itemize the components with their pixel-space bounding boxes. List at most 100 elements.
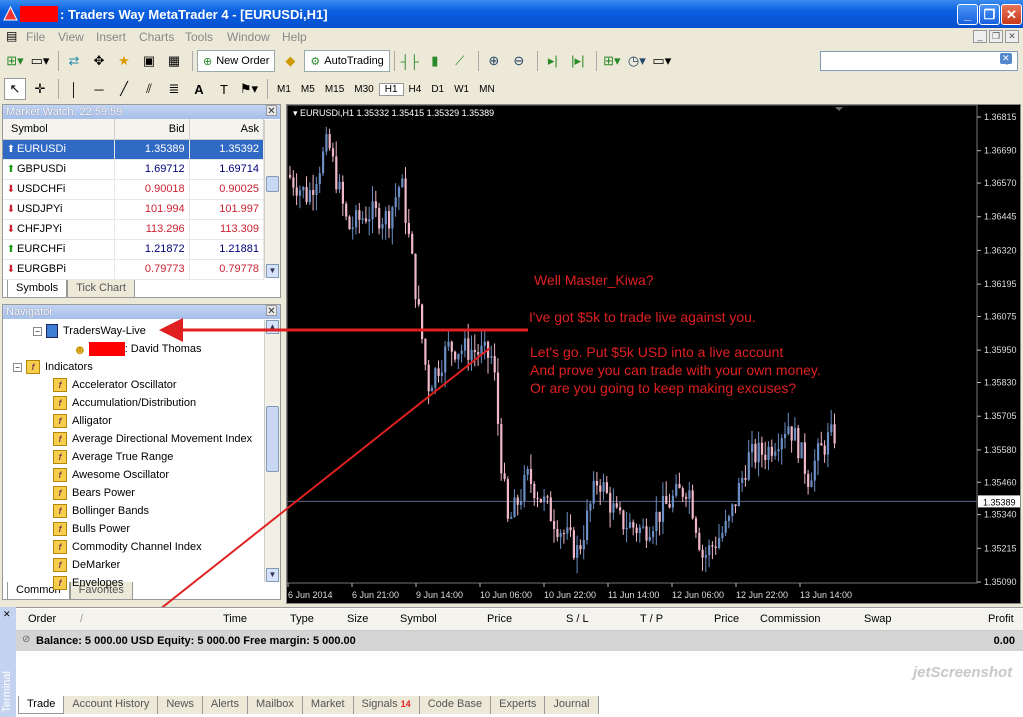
indicator-item[interactable]: f Average True Range	[53, 448, 173, 466]
col-bid[interactable]: Bid	[114, 119, 190, 140]
terminal-tab[interactable]: Experts	[491, 696, 546, 714]
terminal-column-header[interactable]: T / P	[640, 613, 663, 625]
data-window-icon[interactable]: ✥	[88, 50, 110, 72]
tf-mn[interactable]: MN	[474, 84, 500, 95]
collapse-icon[interactable]: −	[33, 326, 42, 336]
indicator-item[interactable]: f Average Directional Movement Index	[53, 430, 252, 448]
terminal-column-header[interactable]: Price	[487, 613, 512, 625]
chart-shift-icon[interactable]: |▸|	[567, 50, 589, 72]
terminal-tab[interactable]: Market	[302, 696, 354, 714]
minimize-button[interactable]: _	[957, 4, 978, 25]
mdi-minimize-button[interactable]: _	[973, 30, 987, 43]
menu-tools[interactable]: Tools	[185, 30, 213, 44]
terminal-column-header[interactable]: S / L	[566, 613, 589, 625]
market-watch-row[interactable]: ⬆ EURUSDi 1.35389 1.35392	[3, 139, 265, 160]
mdi-close-button[interactable]: ✕	[1005, 30, 1019, 43]
candlesticks-icon[interactable]: ▮	[424, 50, 446, 72]
terminal-column-header[interactable]: Swap	[864, 613, 892, 625]
tf-m1[interactable]: M1	[272, 84, 296, 95]
terminal-column-header[interactable]: Type	[290, 613, 314, 625]
menu-charts[interactable]: Charts	[139, 30, 174, 44]
scroll-down-icon[interactable]: ▼	[266, 568, 279, 582]
indicator-item[interactable]: f Alligator	[53, 412, 112, 430]
close-button[interactable]: ✕	[1001, 4, 1022, 25]
market-watch-icon[interactable]: ⇄	[63, 50, 85, 72]
terminal-tab[interactable]: Journal	[545, 696, 599, 714]
terminal-tab[interactable]: Alerts	[202, 696, 248, 714]
zoom-in-icon[interactable]: ⊕	[483, 50, 505, 72]
navigator-scrollbar[interactable]: ▲ ▼	[264, 320, 280, 582]
cursor-icon[interactable]: ↖	[4, 78, 26, 100]
restore-button[interactable]: ❐	[979, 4, 1000, 25]
scroll-thumb[interactable]	[266, 406, 279, 472]
indicator-item[interactable]: f Accumulation/Distribution	[53, 394, 196, 412]
terminal-column-header[interactable]: Time	[223, 613, 247, 625]
tf-h4[interactable]: H4	[404, 84, 427, 95]
indicator-item[interactable]: f Bollinger Bands	[53, 502, 149, 520]
navigator-icon[interactable]: ★	[113, 50, 135, 72]
terminal-tab[interactable]: Mailbox	[248, 696, 303, 714]
tab-tick-chart[interactable]: Tick Chart	[67, 280, 135, 298]
crosshair-icon[interactable]: ✛	[29, 78, 51, 100]
scroll-thumb[interactable]	[266, 176, 279, 192]
terminal-side-bar[interactable]: ✕ Terminal	[0, 607, 16, 717]
periods-icon[interactable]: ◷▾	[626, 50, 648, 72]
market-watch-scrollbar[interactable]: ▼	[264, 120, 280, 278]
terminal-tab[interactable]: Account History	[64, 696, 159, 714]
collapse-icon[interactable]: −	[13, 362, 22, 372]
balance-row[interactable]: ⊘ Balance: 5 000.00 USD Equity: 5 000.00…	[16, 631, 1023, 651]
indicator-item[interactable]: f Bulls Power	[53, 520, 130, 538]
market-watch-row[interactable]: ⬆ GBPUSDi 1.69712 1.69714	[3, 159, 265, 180]
auto-scroll-icon[interactable]: ▸|	[542, 50, 564, 72]
terminal-tab[interactable]: Signals 14	[353, 696, 420, 714]
terminal-tab[interactable]: Trade	[18, 696, 65, 714]
tab-symbols[interactable]: Symbols	[7, 280, 68, 298]
indicator-item[interactable]: f Awesome Oscillator	[53, 466, 169, 484]
market-watch-row[interactable]: ⬇ EURGBPi 0.79773 0.79778	[3, 259, 265, 280]
terminal-column-header[interactable]: /	[80, 613, 83, 625]
tf-m5[interactable]: M5	[296, 84, 320, 95]
terminal-close-icon[interactable]: ✕	[3, 609, 11, 620]
terminal-icon[interactable]: ▣	[138, 50, 160, 72]
horizontal-line-icon[interactable]: ─	[88, 78, 110, 100]
terminal-column-header[interactable]: Size	[347, 613, 368, 625]
bar-chart-icon[interactable]: ┤├	[399, 50, 421, 72]
tf-h1[interactable]: H1	[378, 82, 404, 96]
tf-w1[interactable]: W1	[449, 84, 474, 95]
menu-insert[interactable]: Insert	[96, 30, 126, 44]
market-watch-row[interactable]: ⬇ CHFJPYi 113.296 113.309	[3, 219, 265, 240]
vertical-line-icon[interactable]: │	[63, 78, 85, 100]
menu-file[interactable]: File	[26, 30, 45, 44]
strategy-tester-icon[interactable]: ▦	[163, 50, 185, 72]
templates-icon[interactable]: ▭▾	[651, 50, 673, 72]
mdi-restore-button[interactable]: ❐	[989, 30, 1003, 43]
search-close-icon[interactable]: ✕	[1000, 53, 1012, 64]
tf-d1[interactable]: D1	[426, 84, 449, 95]
autotrading-button[interactable]: ⚙ AutoTrading	[304, 50, 390, 72]
trendline-icon[interactable]: ╱	[113, 78, 135, 100]
terminal-column-header[interactable]: Order	[28, 613, 56, 625]
scroll-down-icon[interactable]: ▼	[266, 264, 279, 278]
indicators-folder[interactable]: − f Indicators	[13, 358, 93, 376]
market-watch-row[interactable]: ⬇ USDCHFi 0.90018 0.90025	[3, 179, 265, 200]
terminal-column-header[interactable]: Commission	[760, 613, 821, 625]
menu-window[interactable]: Window	[227, 30, 270, 44]
scroll-up-icon[interactable]: ▲	[266, 320, 279, 334]
metaeditor-icon[interactable]: ◆	[279, 50, 301, 72]
terminal-tab[interactable]: Code Base	[419, 696, 492, 714]
arrows-icon[interactable]: ⚑▾	[238, 78, 260, 100]
account-server-item[interactable]: − TradersWay-Live	[33, 322, 146, 340]
search-input[interactable]: ⌕	[820, 51, 1018, 71]
text-label-icon[interactable]: T	[213, 78, 235, 100]
menu-view[interactable]: View	[58, 30, 84, 44]
market-watch-close-icon[interactable]: ✕	[266, 105, 277, 117]
indicator-item[interactable]: f Bears Power	[53, 484, 135, 502]
market-watch-row[interactable]: ⬆ EURCHFi 1.21872 1.21881	[3, 239, 265, 260]
col-symbol[interactable]: Symbol	[3, 119, 116, 140]
fibonacci-icon[interactable]: ≣	[163, 78, 185, 100]
terminal-tab[interactable]: News	[158, 696, 203, 714]
terminal-column-header[interactable]: Symbol	[400, 613, 437, 625]
indicator-item[interactable]: f Envelopes	[53, 574, 123, 592]
profiles-icon[interactable]: ▭▾	[29, 50, 51, 72]
zoom-out-icon[interactable]: ⊖	[508, 50, 530, 72]
